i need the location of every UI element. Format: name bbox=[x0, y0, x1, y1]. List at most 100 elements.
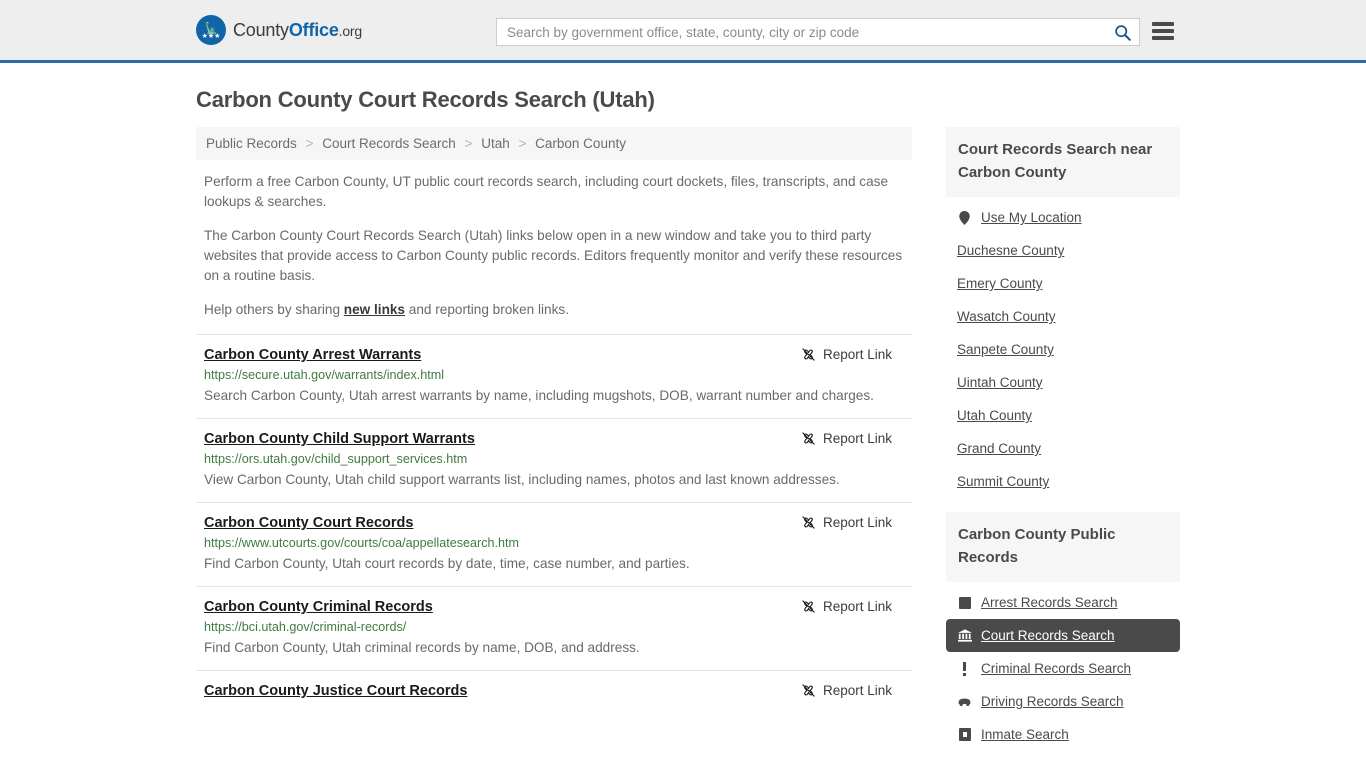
hamburger-bar bbox=[1152, 36, 1174, 40]
public-records-item[interactable]: Arrest Records Search bbox=[946, 586, 1180, 619]
nearby-county-item[interactable]: Utah County bbox=[946, 399, 1180, 432]
report-link-label: Report Link bbox=[822, 683, 892, 698]
search-result-item: Carbon County Criminal Records Report Lin… bbox=[196, 586, 912, 670]
fingerprint-icon bbox=[957, 596, 972, 609]
result-description: Find Carbon County, Utah court records b… bbox=[204, 556, 690, 571]
nearby-county-item[interactable]: Grand County bbox=[946, 432, 1180, 465]
map-pin-icon bbox=[957, 210, 972, 225]
nearby-county-item[interactable]: Uintah County bbox=[946, 366, 1180, 399]
nearby-county-label: Wasatch County bbox=[957, 309, 1056, 324]
hamburger-bar bbox=[1152, 29, 1174, 33]
broken-link-icon bbox=[802, 432, 815, 445]
public-records-label: Driving Records Search bbox=[981, 694, 1124, 709]
nearby-county-list: Use My Location Duchesne County Emery Coun… bbox=[946, 197, 1180, 498]
result-title-link[interactable]: Carbon County Court Records bbox=[204, 515, 413, 531]
result-description: Find Carbon County, Utah criminal record… bbox=[204, 640, 640, 655]
result-header: Carbon County Child Support Warrants Repo… bbox=[204, 431, 904, 447]
public-records-label: Criminal Records Search bbox=[981, 661, 1132, 676]
public-records-item[interactable]: Driving Records Search bbox=[946, 685, 1180, 718]
public-records-label: Arrest Records Search bbox=[981, 595, 1118, 610]
result-title-link[interactable]: Carbon County Child Support Warrants bbox=[204, 431, 475, 447]
search-bar[interactable] bbox=[496, 18, 1140, 46]
report-link-button[interactable]: Report Link bbox=[801, 683, 904, 698]
logo-text-part1: County bbox=[233, 19, 289, 40]
main-column: Public Records > Court Records Search > … bbox=[196, 127, 912, 709]
logo-text: CountyOffice.org bbox=[233, 20, 362, 41]
help-text-after: and reporting broken links. bbox=[405, 302, 569, 317]
broken-link-icon bbox=[802, 516, 815, 529]
nearby-county-item[interactable]: Sanpete County bbox=[946, 333, 1180, 366]
result-url: https://secure.utah.gov/warrants/index.h… bbox=[204, 368, 445, 382]
result-description: View Carbon County, Utah child support w… bbox=[204, 472, 840, 487]
nearby-county-item[interactable]: Emery County bbox=[946, 267, 1180, 300]
logo-text-part3: .org bbox=[338, 22, 363, 39]
public-records-item[interactable]: Court Records Search bbox=[946, 619, 1180, 652]
breadcrumb-separator: > bbox=[518, 136, 527, 151]
breadcrumb-item-carbon-county[interactable]: Carbon County bbox=[535, 136, 626, 151]
breadcrumb-separator: > bbox=[464, 136, 473, 151]
search-result-item: Carbon County Justice Court Records Repor… bbox=[196, 670, 912, 709]
new-links-link[interactable]: new links bbox=[344, 302, 405, 317]
page-title: Carbon County Court Records Search (Utah… bbox=[196, 87, 655, 112]
hamburger-menu-icon[interactable] bbox=[1152, 20, 1174, 42]
nearby-county-label: Summit County bbox=[957, 474, 1050, 489]
logo-text-part2: Office bbox=[288, 19, 339, 40]
result-header: Carbon County Court Records Report Link bbox=[204, 515, 904, 531]
nearby-county-item[interactable]: Wasatch County bbox=[946, 300, 1180, 333]
sidebar: Court Records Search near Carbon County … bbox=[946, 127, 1180, 765]
exclamation-icon bbox=[957, 661, 972, 676]
search-input[interactable] bbox=[497, 24, 1105, 40]
result-title-link[interactable]: Carbon County Justice Court Records bbox=[204, 683, 467, 699]
nearby-county-label: Utah County bbox=[957, 408, 1033, 423]
report-link-button[interactable]: Report Link bbox=[801, 347, 904, 362]
result-header: Carbon County Criminal Records Report Lin… bbox=[204, 599, 904, 615]
search-result-item: Carbon County Child Support Warrants Repo… bbox=[196, 418, 912, 502]
breadcrumb-item-public-records[interactable]: Public Records bbox=[206, 136, 297, 151]
report-link-button[interactable]: Report Link bbox=[801, 431, 904, 446]
report-link-button[interactable]: Report Link bbox=[801, 515, 904, 530]
result-url: https://ors.utah.gov/child_support_servi… bbox=[204, 452, 468, 466]
result-title-link[interactable]: Carbon County Criminal Records bbox=[204, 599, 433, 615]
breadcrumb: Public Records > Court Records Search > … bbox=[196, 127, 912, 160]
result-url: https://www.utcourts.gov/courts/coa/appe… bbox=[204, 536, 519, 550]
public-records-item[interactable]: Inmate Search bbox=[946, 718, 1180, 751]
report-link-label: Report Link bbox=[822, 347, 892, 362]
nearby-county-item[interactable]: Duchesne County bbox=[946, 234, 1180, 267]
breadcrumb-item-court-records-search[interactable]: Court Records Search bbox=[322, 136, 456, 151]
report-link-label: Report Link bbox=[822, 431, 892, 446]
nearby-county-item[interactable]: Summit County bbox=[946, 465, 1180, 498]
report-link-button[interactable]: Report Link bbox=[801, 599, 904, 614]
search-result-item: Carbon County Court Records Report Link ht… bbox=[196, 502, 912, 586]
nearby-county-label: Duchesne County bbox=[957, 243, 1065, 258]
result-title-link[interactable]: Carbon County Arrest Warrants bbox=[204, 347, 421, 363]
broken-link-icon bbox=[802, 684, 815, 697]
public-records-box: Carbon County Public Records Arrest Reco… bbox=[946, 512, 1180, 751]
result-header: Carbon County Justice Court Records Repor… bbox=[204, 683, 904, 699]
result-url: https://bci.utah.gov/criminal-records/ bbox=[204, 620, 407, 634]
breadcrumb-separator: > bbox=[305, 136, 314, 151]
nearby-county-label: Sanpete County bbox=[957, 342, 1054, 357]
search-result-item: Carbon County Arrest Warrants Report Link… bbox=[196, 334, 912, 418]
site-header: 🗽 ★★★ CountyOffice.org bbox=[0, 0, 1366, 63]
intro-paragraph-1: Perform a free Carbon County, UT public … bbox=[204, 174, 889, 209]
intro-paragraph-2: The Carbon County Court Records Search (… bbox=[204, 228, 903, 283]
result-description: Search Carbon County, Utah arrest warran… bbox=[204, 388, 874, 403]
nearby-county-label: Uintah County bbox=[957, 375, 1043, 390]
nearby-county-item[interactable]: Use My Location bbox=[946, 201, 1180, 234]
search-button[interactable] bbox=[1105, 19, 1139, 45]
public-records-item[interactable]: Criminal Records Search bbox=[946, 652, 1180, 685]
breadcrumb-item-utah[interactable]: Utah bbox=[481, 136, 510, 151]
site-logo[interactable]: 🗽 ★★★ CountyOffice.org bbox=[196, 15, 362, 45]
content-columns: Public Records > Court Records Search > … bbox=[196, 127, 1180, 765]
county-office-logo-icon: 🗽 ★★★ bbox=[196, 15, 226, 45]
nearby-county-label: Emery County bbox=[957, 276, 1043, 291]
jail-icon bbox=[957, 728, 972, 741]
nearby-county-label: Grand County bbox=[957, 441, 1042, 456]
public-records-heading: Carbon County Public Records bbox=[946, 512, 1180, 582]
report-link-label: Report Link bbox=[822, 599, 892, 614]
courthouse-icon bbox=[957, 629, 972, 642]
broken-link-icon bbox=[802, 600, 815, 613]
public-records-list: Arrest Records Search Court Records Searc… bbox=[946, 582, 1180, 751]
nearby-search-box: Court Records Search near Carbon County … bbox=[946, 127, 1180, 498]
public-records-label: Inmate Search bbox=[981, 727, 1069, 742]
